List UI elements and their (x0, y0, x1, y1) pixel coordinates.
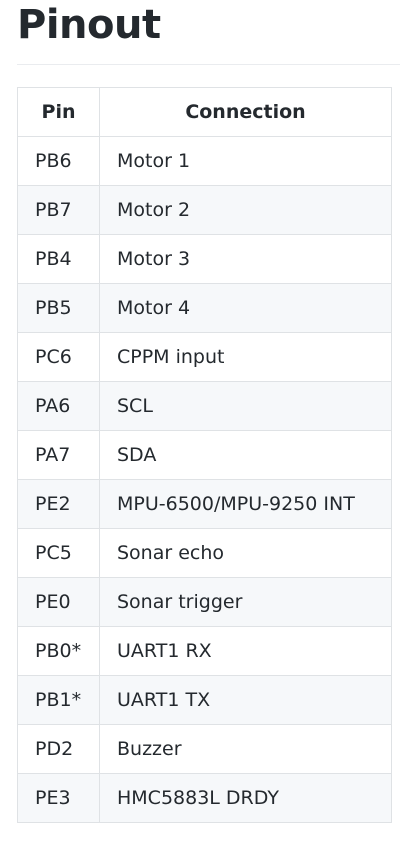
connection-cell: UART1 RX (99, 626, 392, 676)
pin-cell: PE0 (17, 577, 100, 627)
table-row: PE0 Sonar trigger (17, 577, 392, 627)
table-row: PE2 MPU-6500/MPU-9250 INT (17, 479, 392, 529)
pin-cell: PA6 (17, 381, 100, 431)
table-row: PB4 Motor 3 (17, 234, 392, 284)
pin-cell: PB0* (17, 626, 100, 676)
pin-cell: PB4 (17, 234, 100, 284)
table-row: PB0* UART1 RX (17, 626, 392, 676)
connection-cell: HMC5883L DRDY (99, 773, 392, 823)
heading-divider (17, 64, 400, 65)
table-body: PB6 Motor 1 PB7 Motor 2 PB4 Motor 3 PB5 … (17, 136, 392, 823)
page: Pinout Pin Connection PB6 Motor 1 PB7 Mo… (0, 0, 400, 850)
pin-cell: PC6 (17, 332, 100, 382)
table-row: PA6 SCL (17, 381, 392, 431)
pin-cell: PB6 (17, 136, 100, 186)
table-row: PB7 Motor 2 (17, 185, 392, 235)
connection-cell: SCL (99, 381, 392, 431)
pin-cell: PA7 (17, 430, 100, 480)
connection-cell: SDA (99, 430, 392, 480)
column-header-pin: Pin (17, 87, 100, 137)
pin-cell: PB1* (17, 675, 100, 725)
connection-cell: Motor 2 (99, 185, 392, 235)
connection-cell: Sonar trigger (99, 577, 392, 627)
connection-cell: Motor 1 (99, 136, 392, 186)
page-heading: Pinout (17, 2, 161, 48)
table-row: PB1* UART1 TX (17, 675, 392, 725)
pinout-table: Pin Connection PB6 Motor 1 PB7 Motor 2 P… (17, 87, 392, 823)
connection-cell: MPU-6500/MPU-9250 INT (99, 479, 392, 529)
pin-cell: PB5 (17, 283, 100, 333)
connection-cell: Buzzer (99, 724, 392, 774)
pin-cell: PE3 (17, 773, 100, 823)
table-header: Pin Connection (17, 87, 392, 137)
connection-cell: Sonar echo (99, 528, 392, 578)
pin-cell: PB7 (17, 185, 100, 235)
connection-cell: CPPM input (99, 332, 392, 382)
table-row: PA7 SDA (17, 430, 392, 480)
column-header-connection: Connection (99, 87, 392, 137)
connection-cell: UART1 TX (99, 675, 392, 725)
table-row: PE3 HMC5883L DRDY (17, 773, 392, 823)
table-header-row: Pin Connection (17, 87, 392, 137)
table-row: PB5 Motor 4 (17, 283, 392, 333)
table-row: PC6 CPPM input (17, 332, 392, 382)
pin-cell: PE2 (17, 479, 100, 529)
connection-cell: Motor 3 (99, 234, 392, 284)
table-row: PC5 Sonar echo (17, 528, 392, 578)
table-row: PD2 Buzzer (17, 724, 392, 774)
pin-cell: PD2 (17, 724, 100, 774)
pin-cell: PC5 (17, 528, 100, 578)
table-row: PB6 Motor 1 (17, 136, 392, 186)
connection-cell: Motor 4 (99, 283, 392, 333)
